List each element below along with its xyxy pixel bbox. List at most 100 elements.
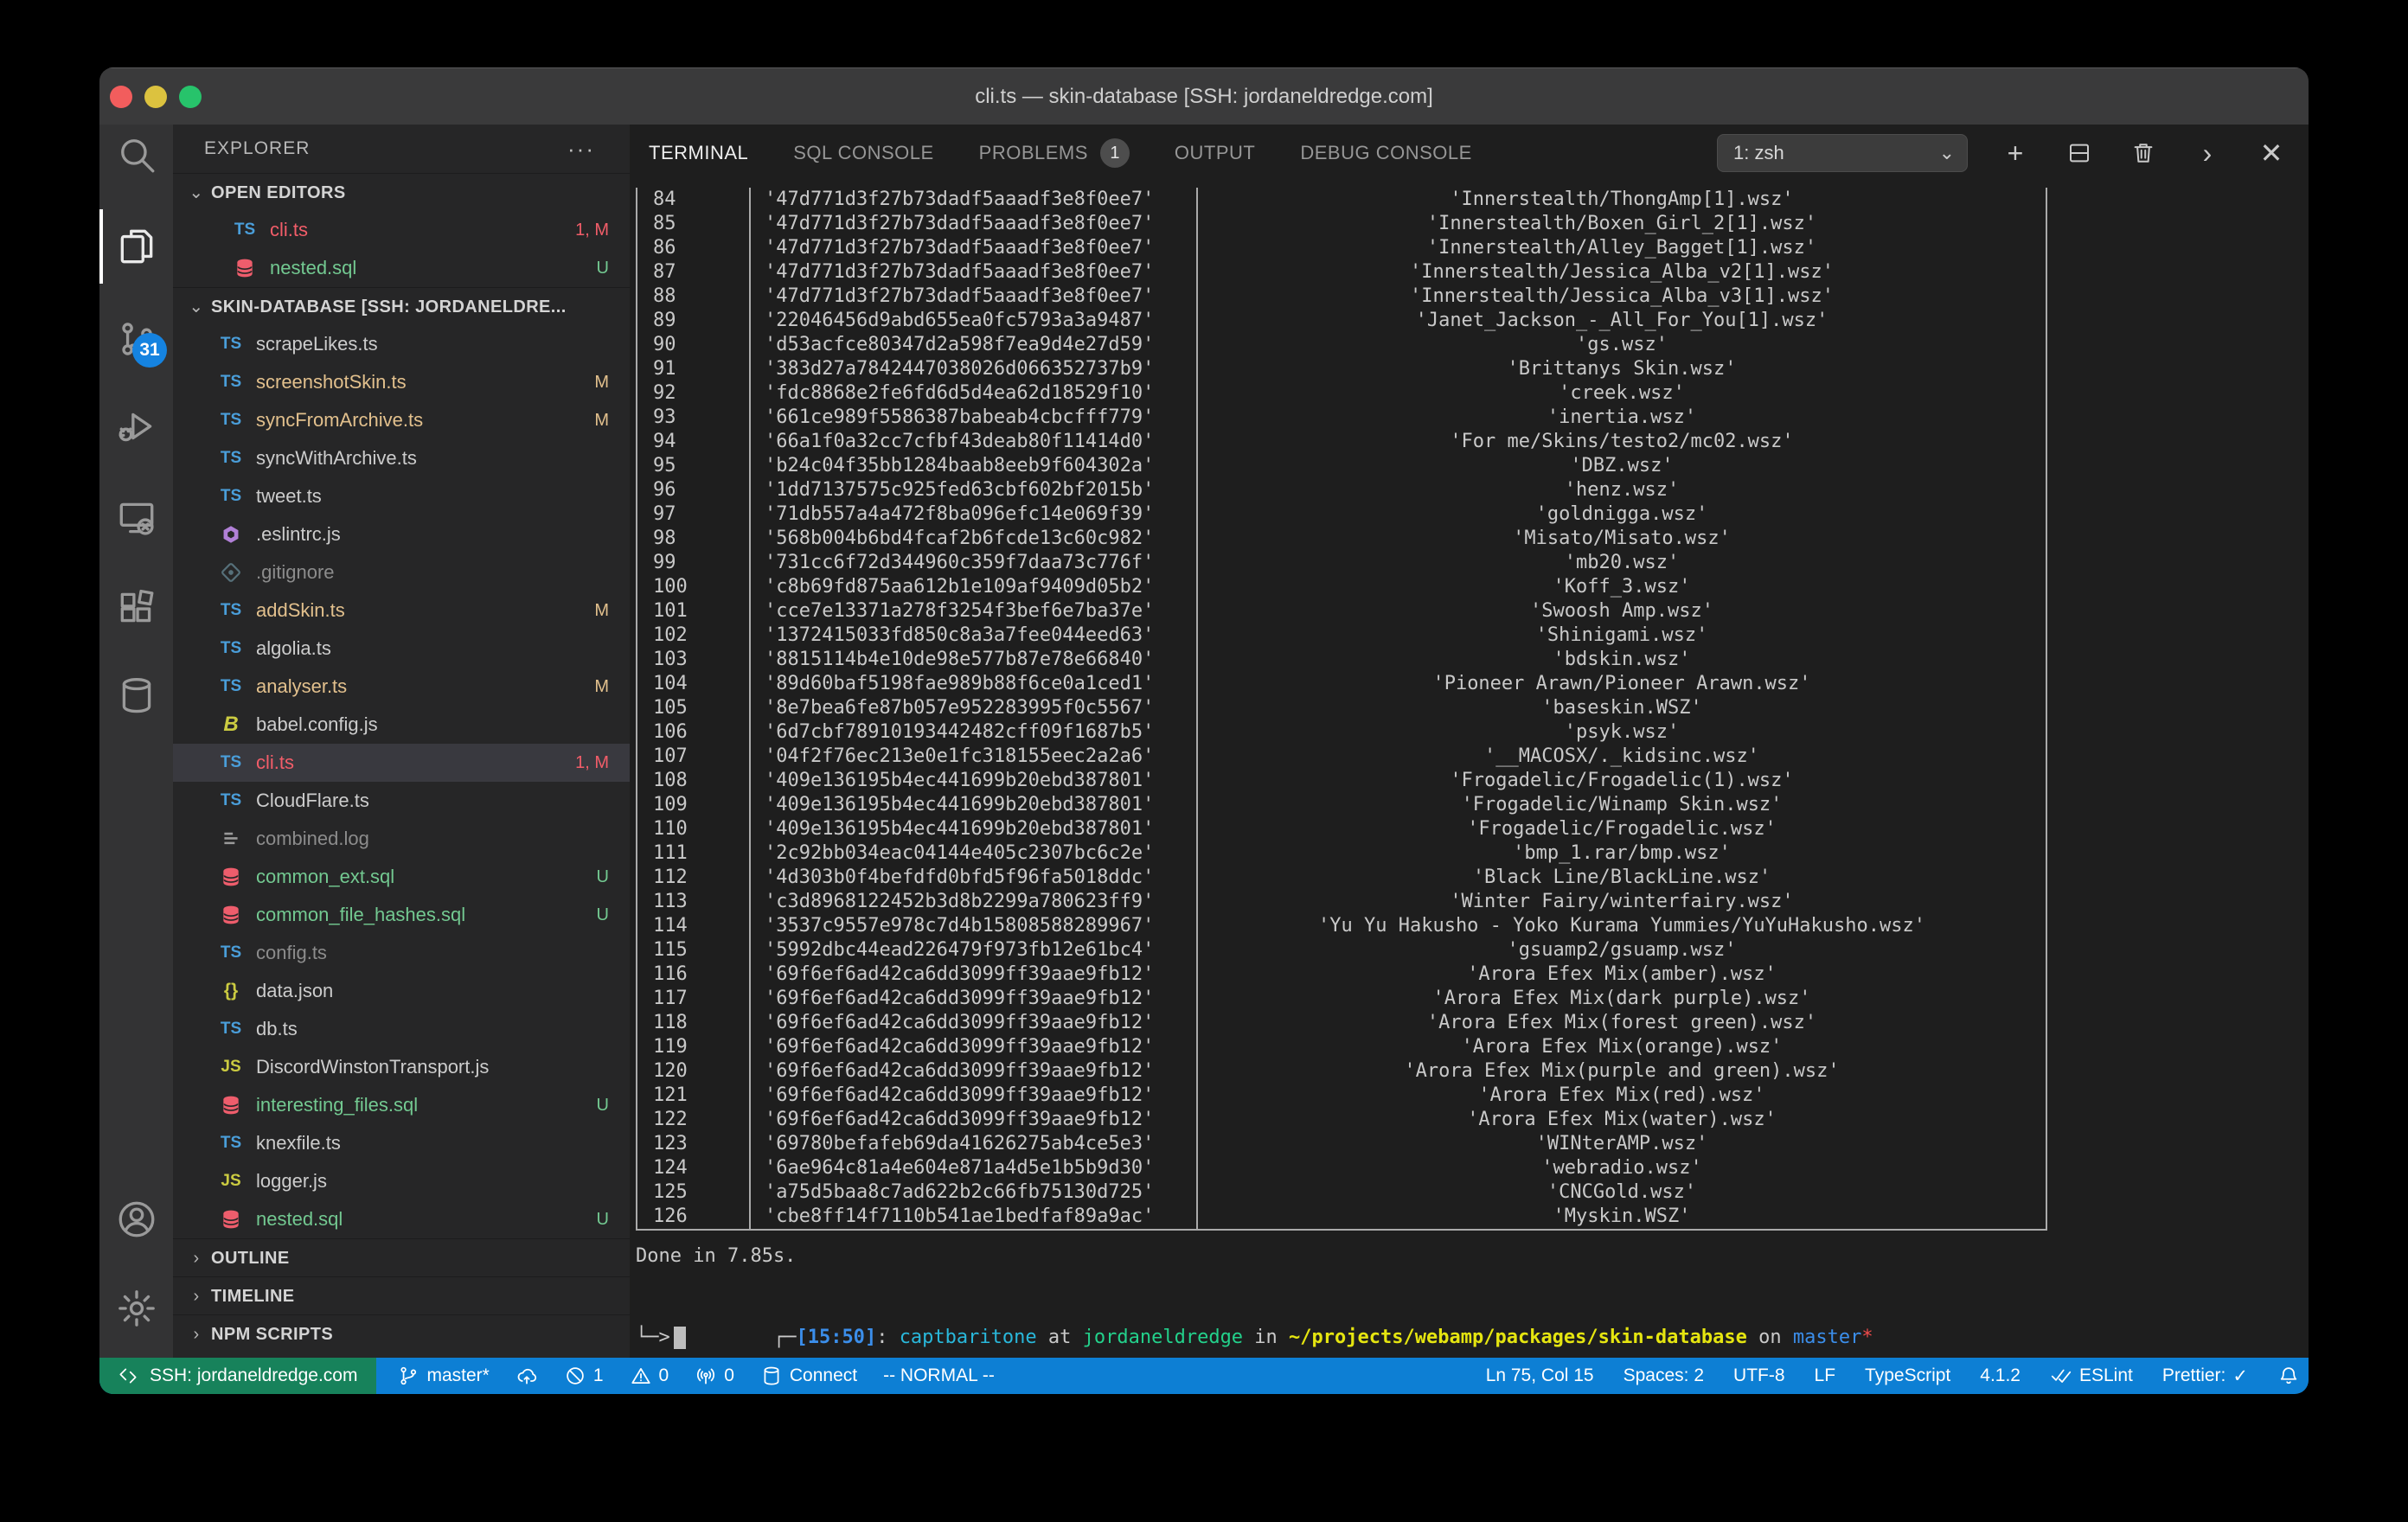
status-item-bell-icon[interactable] bbox=[2277, 1365, 2300, 1387]
prompt-path: ~/projects/webamp/packages/skin-database bbox=[1289, 1327, 1747, 1348]
file-item-babel.config.js[interactable]: Bbabel.config.js bbox=[173, 706, 630, 744]
row-file-hash: '69f6ef6ad42ca6dd3099ff39aae9fb12' bbox=[751, 987, 1198, 1011]
status-label: UTF-8 bbox=[1733, 1365, 1785, 1386]
status-item-lf[interactable]: LF bbox=[1815, 1365, 1836, 1386]
extensions-icon[interactable] bbox=[115, 586, 158, 630]
row-line-number: 105 bbox=[636, 696, 751, 720]
remote-explorer-icon[interactable] bbox=[115, 496, 158, 540]
section-npm-scripts[interactable]: ›NPM SCRIPTS bbox=[173, 1314, 630, 1353]
status-item-4-1-2[interactable]: 4.1.2 bbox=[1980, 1365, 2021, 1386]
row-line-number: 103 bbox=[636, 648, 751, 672]
file-item-config.ts[interactable]: TSconfig.ts bbox=[173, 934, 630, 972]
settings-gear-icon[interactable] bbox=[115, 1287, 158, 1330]
section-timeline[interactable]: ›TIMELINE bbox=[173, 1276, 630, 1314]
new-terminal-icon[interactable]: + bbox=[2001, 138, 2030, 168]
panel-tab-sql-console[interactable]: SQL CONSOLE bbox=[793, 142, 933, 164]
status-item-ln-75-col-15[interactable]: Ln 75, Col 15 bbox=[1486, 1365, 1594, 1386]
files-icon[interactable] bbox=[115, 225, 158, 268]
sql-file-icon bbox=[216, 1208, 246, 1231]
file-item-syncWithArchive.ts[interactable]: TSsyncWithArchive.ts bbox=[173, 439, 630, 477]
row-file-hash: '69f6ef6ad42ca6dd3099ff39aae9fb12' bbox=[751, 1084, 1198, 1108]
kill-terminal-icon[interactable] bbox=[2129, 138, 2158, 168]
row-line-number: 104 bbox=[636, 672, 751, 696]
row-skin-filename: 'Janet_Jackson_-_All_For_You[1].wsz' bbox=[1198, 309, 2047, 333]
run-debug-icon[interactable] bbox=[115, 405, 158, 448]
file-item-cli.ts[interactable]: TScli.ts1, M bbox=[173, 744, 630, 782]
row-line-number: 93 bbox=[636, 406, 751, 430]
terminal-table-row: 101'cce7e13371a278f3254f3bef6e7ba37e''Sw… bbox=[636, 599, 2047, 624]
status-item-1[interactable]: 1 bbox=[564, 1365, 604, 1387]
file-item-nested.sql[interactable]: nested.sqlU bbox=[173, 249, 630, 287]
file-item-tweet.ts[interactable]: TStweet.ts bbox=[173, 477, 630, 515]
terminal-shell-select[interactable]: 1: zsh ⌄ bbox=[1717, 134, 1968, 172]
status-item-cloud-upload-icon[interactable] bbox=[516, 1365, 538, 1387]
row-line-number: 101 bbox=[636, 599, 751, 624]
status-item-normal[interactable]: -- NORMAL -- bbox=[883, 1365, 995, 1386]
file-item-analyser.ts[interactable]: TSanalyser.tsM bbox=[173, 668, 630, 706]
row-skin-filename: 'Black Line/BlackLine.wsz' bbox=[1198, 866, 2047, 890]
panel-tab-terminal[interactable]: TERMINAL bbox=[649, 142, 748, 164]
row-skin-filename: 'Frogadelic/Frogadelic.wsz' bbox=[1198, 817, 2047, 841]
panel-tab-problems[interactable]: PROBLEMS1 bbox=[979, 138, 1130, 168]
file-name: scrapeLikes.ts bbox=[256, 325, 378, 363]
file-item-addSkin.ts[interactable]: TSaddSkin.tsM bbox=[173, 592, 630, 630]
source-control-icon[interactable]: 31 bbox=[115, 317, 158, 361]
split-terminal-icon[interactable] bbox=[2065, 138, 2094, 168]
file-item-scrapeLikes.ts[interactable]: TSscrapeLikes.ts bbox=[173, 325, 630, 363]
titlebar[interactable]: cli.ts — skin-database [SSH: jordaneldre… bbox=[99, 67, 2309, 125]
file-item-knexfile.ts[interactable]: TSknexfile.ts bbox=[173, 1124, 630, 1162]
row-file-hash: '69780befafeb69da41626275ab4ce5e3' bbox=[751, 1132, 1198, 1156]
remote-indicator[interactable]: SSH: jordaneldredge.com bbox=[99, 1358, 376, 1394]
close-panel-icon[interactable]: ✕ bbox=[2257, 138, 2286, 168]
file-item-.eslintrc.js[interactable]: .eslintrc.js bbox=[173, 515, 630, 553]
row-file-hash: '69f6ef6ad42ca6dd3099ff39aae9fb12' bbox=[751, 1035, 1198, 1059]
file-item-.gitignore[interactable]: .gitignore bbox=[173, 553, 630, 592]
typescript-file-icon: TS bbox=[216, 1124, 246, 1162]
status-item-utf-8[interactable]: UTF-8 bbox=[1733, 1365, 1785, 1386]
status-item-0[interactable]: 0 bbox=[630, 1365, 669, 1387]
row-line-number: 88 bbox=[636, 285, 751, 309]
file-item-common-ext.sql[interactable]: common_ext.sqlU bbox=[173, 858, 630, 896]
status-item-typescript[interactable]: TypeScript bbox=[1865, 1365, 1950, 1386]
section-outline[interactable]: ›OUTLINE bbox=[173, 1238, 630, 1276]
terminal-table-row: 94'66a1f0a32cc7cfbf43deab80f11414d0''For… bbox=[636, 430, 2047, 454]
file-item-common-file-hashes.sql[interactable]: common_file_hashes.sqlU bbox=[173, 896, 630, 934]
sidebar-more-actions-icon[interactable]: ··· bbox=[567, 125, 595, 173]
section-workspace-root[interactable]: ⌄SKIN-DATABASE [SSH: JORDANELDRE... bbox=[173, 287, 630, 325]
file-item-algolia.ts[interactable]: TSalgolia.ts bbox=[173, 630, 630, 668]
row-line-number: 112 bbox=[636, 866, 751, 890]
file-item-DiscordWinstonTransport.js[interactable]: JSDiscordWinstonTransport.js bbox=[173, 1048, 630, 1086]
tab-label: TERMINAL bbox=[649, 142, 748, 164]
status-item-0[interactable]: 0 bbox=[695, 1365, 734, 1387]
status-item-spaces-2[interactable]: Spaces: 2 bbox=[1623, 1365, 1704, 1386]
file-item-db.ts[interactable]: TSdb.ts bbox=[173, 1010, 630, 1048]
typescript-file-icon: TS bbox=[216, 401, 246, 439]
file-item-combined.log[interactable]: combined.log bbox=[173, 820, 630, 858]
status-item-prettier[interactable]: Prettier:✓ bbox=[2162, 1365, 2248, 1387]
file-item-nested.sql[interactable]: nested.sqlU bbox=[173, 1200, 630, 1238]
chevron-right-icon[interactable]: › bbox=[2193, 138, 2222, 168]
terminal-view[interactable]: 84'47d771d3f27b73dadf5aaadf3e8f0ee7''Inn… bbox=[636, 182, 2309, 1358]
status-item-eslint[interactable]: ESLint bbox=[2050, 1365, 2133, 1387]
file-item-CloudFlare.ts[interactable]: TSCloudFlare.ts bbox=[173, 782, 630, 820]
file-item-syncFromArchive.ts[interactable]: TSsyncFromArchive.tsM bbox=[173, 401, 630, 439]
panel-tab-debug-console[interactable]: DEBUG CONSOLE bbox=[1300, 142, 1471, 164]
status-label: Prettier: bbox=[2162, 1365, 2226, 1386]
terminal-table-row: 124'6ae964c81a4e604e871a4d5e1b5b9d30''we… bbox=[636, 1156, 2047, 1180]
section-open-editors[interactable]: ⌄OPEN EDITORS bbox=[173, 173, 630, 211]
terminal-table-row: 107'04f2f76ec213e0e1fc318155eec2a2a6''__… bbox=[636, 745, 2047, 769]
panel-tab-output[interactable]: OUTPUT bbox=[1175, 142, 1255, 164]
terminal-table-row: 120'69f6ef6ad42ca6dd3099ff39aae9fb12''Ar… bbox=[636, 1059, 2047, 1084]
status-item-connect[interactable]: Connect bbox=[760, 1365, 857, 1387]
account-icon[interactable] bbox=[115, 1198, 158, 1241]
file-item-interesting-files.sql[interactable]: interesting_files.sqlU bbox=[173, 1086, 630, 1124]
file-item-logger.js[interactable]: JSlogger.js bbox=[173, 1162, 630, 1200]
file-name: DiscordWinstonTransport.js bbox=[256, 1048, 489, 1086]
file-item-cli.ts[interactable]: TScli.ts1, M bbox=[173, 211, 630, 249]
file-item-screenshotSkin.ts[interactable]: TSscreenshotSkin.tsM bbox=[173, 363, 630, 401]
search-icon[interactable] bbox=[115, 133, 158, 176]
file-item-data.json[interactable]: {}data.json bbox=[173, 972, 630, 1010]
database-icon[interactable] bbox=[115, 674, 158, 717]
status-item-master[interactable]: master* bbox=[397, 1365, 489, 1387]
git-status-badge: U bbox=[597, 896, 609, 934]
